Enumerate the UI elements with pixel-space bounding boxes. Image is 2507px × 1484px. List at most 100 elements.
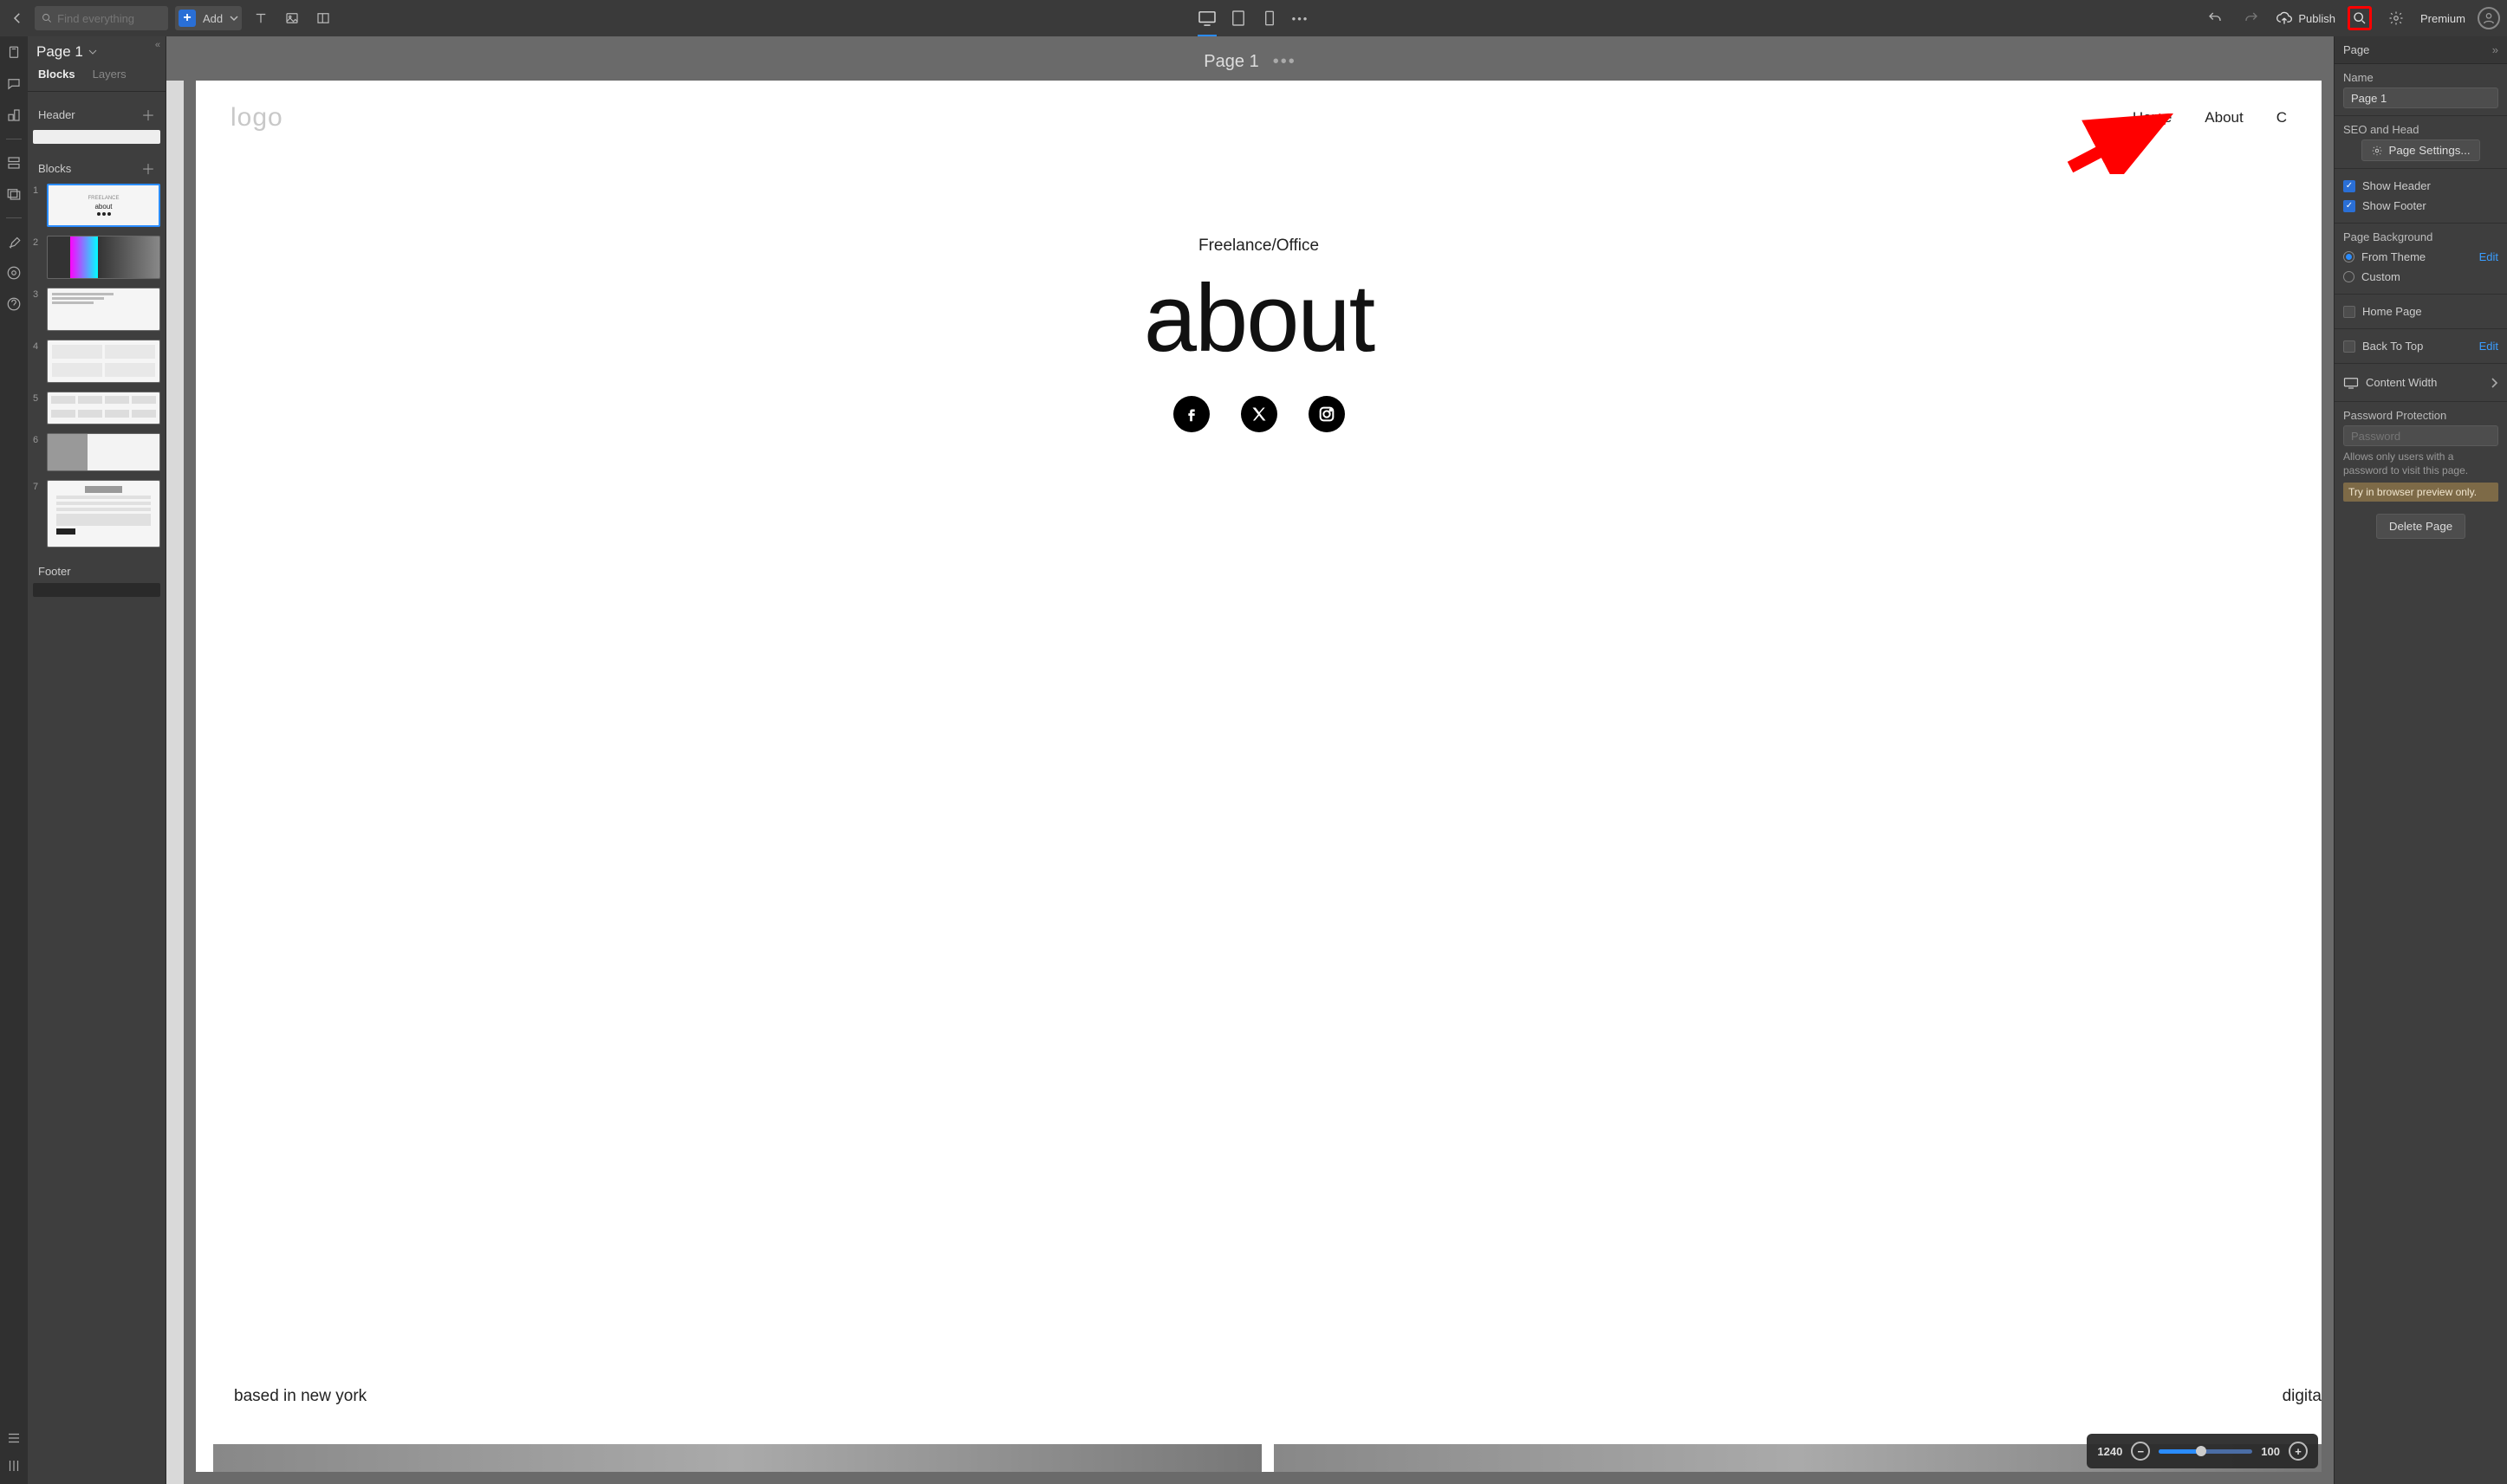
- header-thumbnail[interactable]: [33, 130, 160, 144]
- block-thumb-2[interactable]: [47, 236, 160, 279]
- footer-thumbnail[interactable]: [33, 583, 160, 597]
- block-item[interactable]: 5: [33, 392, 160, 424]
- block-thumb-4[interactable]: [47, 340, 160, 383]
- device-tablet[interactable]: [1227, 7, 1250, 29]
- block-item[interactable]: 6: [33, 433, 160, 471]
- page-selector-label: Page 1: [36, 43, 83, 61]
- rail-blocks-icon[interactable]: [6, 155, 22, 171]
- site-logo[interactable]: logo: [231, 103, 283, 133]
- show-header-checkbox[interactable]: ✓Show Header: [2343, 176, 2498, 196]
- settings-button[interactable]: [2384, 6, 2408, 30]
- rail-images-icon[interactable]: [6, 186, 22, 202]
- device-more[interactable]: •••: [1289, 7, 1312, 29]
- left-rail: [0, 36, 28, 1484]
- preview-button[interactable]: [2348, 6, 2372, 30]
- x-icon[interactable]: [1241, 396, 1277, 432]
- premium-label[interactable]: Premium: [2420, 12, 2465, 25]
- rail-help-icon[interactable]: [6, 296, 22, 312]
- add-block-icon[interactable]: ＋: [141, 158, 155, 178]
- image-strip[interactable]: [213, 1444, 2322, 1472]
- block-item[interactable]: 2: [33, 236, 160, 279]
- add-button[interactable]: + Add: [175, 6, 242, 30]
- home-page-checkbox[interactable]: Home Page: [2343, 301, 2498, 321]
- panel-collapse-icon[interactable]: »: [2492, 43, 2498, 56]
- page-selector[interactable]: Page 1: [36, 43, 97, 61]
- hero-heading: about: [196, 271, 2322, 366]
- panel-name-section: Name: [2335, 64, 2507, 116]
- block-item[interactable]: 1 FREELANCE about: [33, 184, 160, 227]
- block-thumb-5[interactable]: [47, 392, 160, 424]
- undo-button[interactable]: [2203, 6, 2227, 30]
- panel-password-section: Password Protection Allows only users wi…: [2335, 402, 2507, 558]
- zoom-percent-value: 100: [2261, 1445, 2280, 1458]
- add-label: Add: [199, 12, 226, 25]
- section-footer[interactable]: Footer: [33, 556, 160, 583]
- zoom-in-button[interactable]: +: [2289, 1442, 2308, 1461]
- search-input[interactable]: [57, 12, 161, 25]
- search-box[interactable]: [35, 6, 168, 30]
- hero-block[interactable]: Freelance/Office about: [196, 141, 2322, 432]
- add-header-icon[interactable]: ＋: [141, 104, 155, 125]
- bottom-left-text[interactable]: based in new york: [234, 1387, 367, 1406]
- show-footer-checkbox[interactable]: ✓Show Footer: [2343, 196, 2498, 216]
- nav-link[interactable]: C: [2276, 109, 2287, 126]
- layout-tool[interactable]: [311, 6, 335, 30]
- backtotop-edit-link[interactable]: Edit: [2479, 340, 2498, 353]
- page-name-input[interactable]: [2343, 87, 2498, 108]
- block-item[interactable]: 7: [33, 480, 160, 548]
- page-preview[interactable]: logo Home About C Freelance/Office about: [196, 81, 2322, 1472]
- section-blocks[interactable]: Blocks ＋: [33, 149, 160, 184]
- account-avatar[interactable]: [2478, 7, 2500, 29]
- facebook-icon[interactable]: [1173, 396, 1210, 432]
- block-item[interactable]: 4: [33, 340, 160, 383]
- rail-pages-icon[interactable]: [6, 45, 22, 61]
- bottom-right-text[interactable]: digita: [2283, 1387, 2322, 1406]
- bg-custom-radio[interactable]: Custom: [2343, 267, 2498, 287]
- tab-layers[interactable]: Layers: [93, 68, 127, 84]
- canvas-more-icon[interactable]: •••: [1273, 52, 1296, 72]
- page-settings-button[interactable]: Page Settings...: [2361, 139, 2479, 161]
- cloud-upload-icon: [2276, 10, 2293, 26]
- device-mobile[interactable]: [1258, 7, 1281, 29]
- zoom-out-button[interactable]: −: [2131, 1442, 2150, 1461]
- bg-from-theme-radio[interactable]: From Theme: [2343, 247, 2426, 267]
- publish-button[interactable]: Publish: [2276, 10, 2335, 26]
- site-nav: Home About C: [2133, 109, 2287, 126]
- panel-contentwidth-section[interactable]: Content Width: [2335, 364, 2507, 402]
- zoom-slider[interactable]: [2159, 1449, 2252, 1454]
- panel-seo-section: SEO and Head Page Settings...: [2335, 116, 2507, 169]
- password-input[interactable]: [2343, 425, 2498, 446]
- redo-button[interactable]: [2239, 6, 2263, 30]
- rail-structure-icon[interactable]: [6, 1430, 22, 1446]
- section-header[interactable]: Header ＋: [33, 95, 160, 130]
- back-button[interactable]: [7, 8, 28, 29]
- nav-link[interactable]: Home: [2133, 109, 2172, 126]
- rail-columns-icon[interactable]: [6, 1458, 22, 1474]
- rail-settings-icon[interactable]: [6, 265, 22, 281]
- block-thumb-7[interactable]: [47, 480, 160, 548]
- canvas-title-bar: Page 1 •••: [166, 36, 2334, 81]
- nav-link[interactable]: About: [2205, 109, 2243, 126]
- block-thumb-6[interactable]: [47, 433, 160, 471]
- tab-blocks[interactable]: Blocks: [38, 68, 75, 84]
- back-to-top-checkbox[interactable]: Back To Top: [2343, 336, 2423, 356]
- panel-background-section: Page Background From Theme Edit Custom: [2335, 224, 2507, 295]
- rail-styles-icon[interactable]: [6, 234, 22, 249]
- rail-components-icon[interactable]: [6, 107, 22, 123]
- canvas-title: Page 1: [1204, 52, 1258, 72]
- canvas-width-value: 1240: [2097, 1445, 2122, 1458]
- block-thumb-1[interactable]: FREELANCE about: [47, 184, 160, 227]
- instagram-icon[interactable]: [1309, 396, 1345, 432]
- image-tool[interactable]: [280, 6, 304, 30]
- sidebar-collapse[interactable]: «: [155, 40, 160, 50]
- block-thumb-3[interactable]: [47, 288, 160, 331]
- device-desktop[interactable]: [1196, 7, 1218, 29]
- panel-homepage-section: Home Page: [2335, 295, 2507, 329]
- gear-icon: [2371, 145, 2383, 157]
- text-tool[interactable]: [249, 6, 273, 30]
- seo-label: SEO and Head: [2343, 123, 2498, 136]
- block-item[interactable]: 3: [33, 288, 160, 331]
- delete-page-button[interactable]: Delete Page: [2376, 514, 2465, 539]
- rail-comments-icon[interactable]: [6, 76, 22, 92]
- bg-edit-link[interactable]: Edit: [2479, 250, 2498, 263]
